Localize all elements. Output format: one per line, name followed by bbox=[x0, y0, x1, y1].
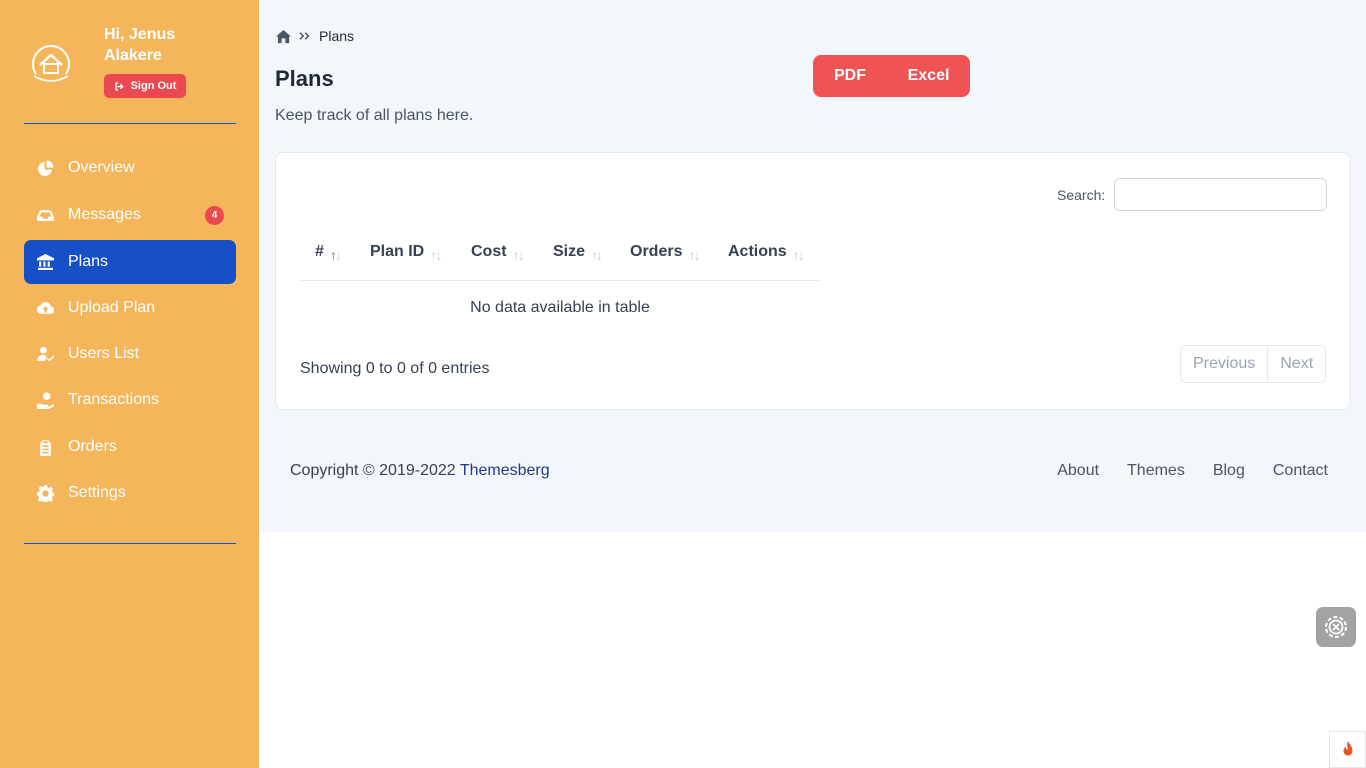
sidebar-item-label: Upload Plan bbox=[68, 299, 156, 316]
column-label: Cost bbox=[471, 243, 507, 260]
sort-icon: ↑↓ bbox=[512, 247, 525, 263]
sidebar-item-label: Settings bbox=[68, 484, 126, 501]
sidebar-item-label: Overview bbox=[68, 159, 135, 176]
page-title: Plans bbox=[275, 66, 334, 91]
sidebar-divider-bottom bbox=[24, 543, 236, 544]
export-pdf-button[interactable]: PDF bbox=[813, 55, 887, 97]
floating-settings-button[interactable] bbox=[1316, 607, 1356, 647]
sort-icon: ↑↓ bbox=[688, 247, 700, 263]
column-header-index[interactable]: # ↑↓ bbox=[315, 243, 342, 263]
home-icon[interactable] bbox=[276, 29, 291, 44]
inbox-icon bbox=[36, 206, 54, 224]
column-header-actions[interactable]: Actions ↑↓ bbox=[728, 243, 805, 263]
themesberg-link[interactable]: Themesberg bbox=[460, 462, 550, 479]
hand-holding-dollar-icon bbox=[36, 391, 54, 409]
bank-icon bbox=[36, 253, 54, 271]
sidebar-item-upload-plan[interactable]: Upload Plan bbox=[24, 286, 236, 330]
table-info: Showing 0 to 0 of 0 entries bbox=[300, 360, 490, 377]
sidebar-item-overview[interactable]: Overview bbox=[24, 146, 236, 190]
sidebar-item-messages[interactable]: Messages 4 bbox=[24, 193, 236, 237]
column-header-size[interactable]: Size ↑↓ bbox=[553, 243, 603, 263]
column-label: Plan ID bbox=[370, 243, 425, 260]
user-greeting: Hi, Jenus Alakere bbox=[104, 26, 176, 64]
footer-links: About Themes Blog Contact bbox=[1057, 462, 1328, 480]
sidebar-item-label: Transactions bbox=[68, 391, 159, 408]
sort-icon: ↑↓ bbox=[430, 247, 442, 263]
column-label: # bbox=[315, 243, 324, 260]
column-label: Actions bbox=[728, 243, 787, 260]
sidebar-item-plans[interactable]: Plans bbox=[24, 240, 236, 284]
next-page-button[interactable]: Next bbox=[1267, 346, 1325, 382]
footer-link-contact[interactable]: Contact bbox=[1273, 462, 1328, 480]
page-subtitle: Keep track of all plans here. bbox=[275, 107, 474, 124]
pie-chart-icon bbox=[36, 159, 54, 177]
sidebar-item-label: Plans bbox=[68, 253, 109, 270]
clipboard-list-icon bbox=[36, 438, 54, 456]
gear-x-icon bbox=[1325, 616, 1347, 638]
sign-out-button[interactable]: Sign Out bbox=[104, 74, 186, 98]
footer-link-about[interactable]: About bbox=[1057, 462, 1099, 480]
breadcrumb: Plans bbox=[276, 28, 354, 44]
sidebar-item-users-list[interactable]: Users List bbox=[24, 332, 236, 376]
copyright-text: Copyright © 2019-2022 bbox=[290, 462, 460, 479]
fire-icon bbox=[1343, 740, 1352, 756]
column-header-plan-id[interactable]: Plan ID ↑↓ bbox=[370, 243, 442, 263]
search-input[interactable] bbox=[1114, 178, 1327, 211]
sidebar-item-label: Messages bbox=[68, 206, 141, 223]
breadcrumb-current: Plans bbox=[319, 28, 355, 44]
sign-out-label: Sign Out bbox=[130, 80, 177, 92]
table-header-row: # ↑↓ Plan ID ↑↓ Cost ↑↓ Size ↑↓ Orders ↑… bbox=[300, 233, 820, 281]
main-content: Plans Plans Keep track of all plans here… bbox=[259, 0, 1366, 532]
search-label: Search: bbox=[1057, 187, 1106, 203]
column-label: Orders bbox=[630, 243, 683, 260]
double-chevron-right-icon bbox=[299, 32, 310, 40]
sort-icon: ↑↓ bbox=[591, 247, 603, 263]
sort-icon: ↑↓ bbox=[792, 247, 805, 263]
sidebar: Hi, Jenus Alakere Sign Out Overview Mess… bbox=[0, 0, 259, 768]
column-header-cost[interactable]: Cost ↑↓ bbox=[471, 243, 525, 263]
cloud-upload-icon bbox=[36, 299, 54, 317]
column-header-orders[interactable]: Orders ↑↓ bbox=[630, 243, 700, 263]
sign-out-icon bbox=[114, 81, 124, 91]
user-check-icon bbox=[36, 345, 54, 363]
sidebar-item-label: Orders bbox=[68, 438, 117, 455]
sidebar-item-orders[interactable]: Orders bbox=[24, 425, 236, 469]
user-block: Hi, Jenus Alakere Sign Out bbox=[24, 24, 236, 104]
export-button-group: PDF Excel bbox=[813, 55, 970, 97]
plans-table-card: Search: # ↑↓ Plan ID ↑↓ Cost ↑↓ Size ↑↓ … bbox=[275, 152, 1351, 410]
column-label: Size bbox=[553, 243, 586, 260]
sidebar-divider-top bbox=[24, 123, 236, 124]
sidebar-item-settings[interactable]: Settings bbox=[24, 471, 236, 515]
gear-icon bbox=[36, 484, 54, 502]
export-excel-button[interactable]: Excel bbox=[887, 55, 970, 97]
sidebar-item-transactions[interactable]: Transactions bbox=[24, 378, 236, 422]
floating-fire-button[interactable] bbox=[1329, 731, 1366, 768]
previous-page-button[interactable]: Previous bbox=[1181, 346, 1267, 382]
sort-icon: ↑↓ bbox=[329, 247, 342, 263]
footer-copyright: Copyright © 2019-2022 Themesberg bbox=[290, 462, 550, 480]
footer-link-themes[interactable]: Themes bbox=[1127, 462, 1185, 480]
table-empty-message: No data available in table bbox=[470, 299, 650, 316]
home-logo-icon bbox=[32, 45, 70, 82]
pagination: Previous Next bbox=[1180, 345, 1327, 383]
footer-link-blog[interactable]: Blog bbox=[1213, 462, 1245, 480]
messages-count-badge: 4 bbox=[205, 206, 224, 225]
sidebar-item-label: Users List bbox=[68, 345, 140, 362]
